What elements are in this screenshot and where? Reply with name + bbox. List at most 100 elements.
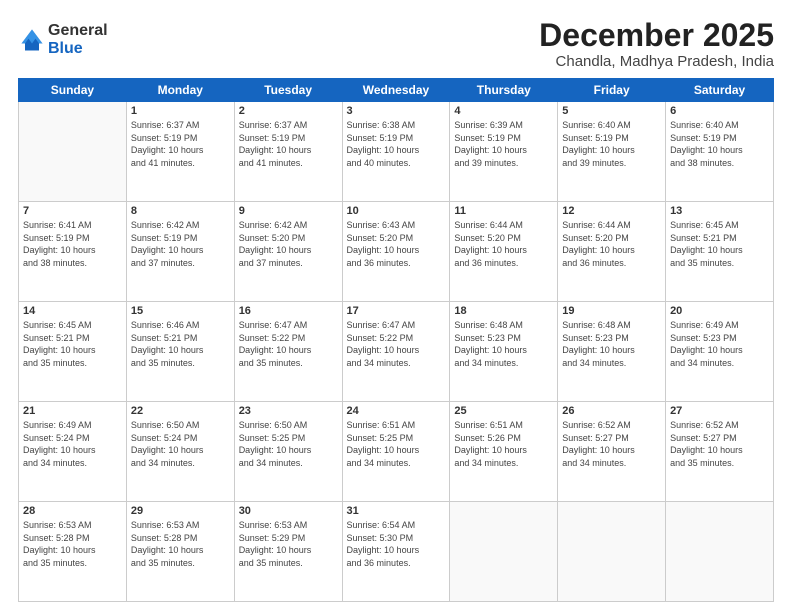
day-number: 28 (23, 505, 122, 517)
calendar-cell: 10 Sunrise: 6:43 AM Sunset: 5:20 PM Dayli… (342, 202, 450, 302)
day-number: 11 (454, 205, 553, 217)
day-number: 12 (562, 205, 661, 217)
day-number: 6 (670, 105, 769, 117)
calendar-cell: 21 Sunrise: 6:49 AM Sunset: 5:24 PM Dayli… (19, 402, 127, 502)
header-monday: Monday (126, 79, 234, 102)
header-sunday: Sunday (19, 79, 127, 102)
day-info: Sunrise: 6:40 AM Sunset: 5:19 PM Dayligh… (562, 119, 661, 169)
header-friday: Friday (558, 79, 666, 102)
calendar-cell (666, 502, 774, 602)
day-info: Sunrise: 6:43 AM Sunset: 5:20 PM Dayligh… (347, 219, 446, 269)
day-info: Sunrise: 6:40 AM Sunset: 5:19 PM Dayligh… (670, 119, 769, 169)
calendar-cell: 19 Sunrise: 6:48 AM Sunset: 5:23 PM Dayli… (558, 302, 666, 402)
calendar-week-2: 7 Sunrise: 6:41 AM Sunset: 5:19 PM Daylig… (19, 202, 774, 302)
day-info: Sunrise: 6:42 AM Sunset: 5:20 PM Dayligh… (239, 219, 338, 269)
day-info: Sunrise: 6:45 AM Sunset: 5:21 PM Dayligh… (670, 219, 769, 269)
calendar-cell: 8Sunrise: 6:42 AM Sunset: 5:19 PM Daylig… (126, 202, 234, 302)
calendar-cell: 13 Sunrise: 6:45 AM Sunset: 5:21 PM Dayli… (666, 202, 774, 302)
day-number: 21 (23, 405, 122, 417)
calendar-week-5: 28 Sunrise: 6:53 AM Sunset: 5:28 PM Dayli… (19, 502, 774, 602)
day-number: 26 (562, 405, 661, 417)
calendar-cell: 9 Sunrise: 6:42 AM Sunset: 5:20 PM Daylig… (234, 202, 342, 302)
calendar-cell: 20Sunrise: 6:49 AM Sunset: 5:23 PM Dayli… (666, 302, 774, 402)
day-info: Sunrise: 6:45 AM Sunset: 5:21 PM Dayligh… (23, 319, 122, 369)
day-number: 2 (239, 105, 338, 117)
day-info: Sunrise: 6:48 AM Sunset: 5:23 PM Dayligh… (562, 319, 661, 369)
day-info: Sunrise: 6:54 AM Sunset: 5:30 PM Dayligh… (347, 519, 446, 569)
day-info: Sunrise: 6:53 AM Sunset: 5:29 PM Dayligh… (239, 519, 338, 569)
day-info: Sunrise: 6:52 AM Sunset: 5:27 PM Dayligh… (562, 419, 661, 469)
calendar-table: Sunday Monday Tuesday Wednesday Thursday… (18, 78, 774, 602)
day-number: 9 (239, 205, 338, 217)
calendar-cell: 16Sunrise: 6:47 AM Sunset: 5:22 PM Dayli… (234, 302, 342, 402)
calendar-cell: 18Sunrise: 6:48 AM Sunset: 5:23 PM Dayli… (450, 302, 558, 402)
day-info: Sunrise: 6:53 AM Sunset: 5:28 PM Dayligh… (23, 519, 122, 569)
day-number: 19 (562, 305, 661, 317)
day-number: 3 (347, 105, 446, 117)
calendar-cell: 31 Sunrise: 6:54 AM Sunset: 5:30 PM Dayli… (342, 502, 450, 602)
day-number: 20 (670, 305, 769, 317)
day-info: Sunrise: 6:53 AM Sunset: 5:28 PM Dayligh… (131, 519, 230, 569)
header-thursday: Thursday (450, 79, 558, 102)
calendar-cell: 30 Sunrise: 6:53 AM Sunset: 5:29 PM Dayli… (234, 502, 342, 602)
day-info: Sunrise: 6:50 AM Sunset: 5:24 PM Dayligh… (131, 419, 230, 469)
calendar-cell: 15Sunrise: 6:46 AM Sunset: 5:21 PM Dayli… (126, 302, 234, 402)
calendar-cell: 24 Sunrise: 6:51 AM Sunset: 5:25 PM Dayli… (342, 402, 450, 502)
day-info: Sunrise: 6:42 AM Sunset: 5:19 PM Dayligh… (131, 219, 230, 269)
weekday-header-row: Sunday Monday Tuesday Wednesday Thursday… (19, 79, 774, 102)
logo-text: General Blue (48, 22, 108, 57)
day-number: 4 (454, 105, 553, 117)
calendar-cell: 27 Sunrise: 6:52 AM Sunset: 5:27 PM Dayli… (666, 402, 774, 502)
title-section: December 2025 Chandla, Madhya Pradesh, I… (539, 18, 774, 70)
calendar-cell: 12 Sunrise: 6:44 AM Sunset: 5:20 PM Dayli… (558, 202, 666, 302)
day-info: Sunrise: 6:51 AM Sunset: 5:26 PM Dayligh… (454, 419, 553, 469)
day-number: 18 (454, 305, 553, 317)
calendar-week-4: 21 Sunrise: 6:49 AM Sunset: 5:24 PM Dayli… (19, 402, 774, 502)
calendar-cell: 26 Sunrise: 6:52 AM Sunset: 5:27 PM Dayli… (558, 402, 666, 502)
day-number: 25 (454, 405, 553, 417)
day-info: Sunrise: 6:50 AM Sunset: 5:25 PM Dayligh… (239, 419, 338, 469)
calendar-cell: 14 Sunrise: 6:45 AM Sunset: 5:21 PM Dayli… (19, 302, 127, 402)
calendar-cell (19, 102, 127, 202)
logo-icon (18, 26, 46, 54)
calendar-cell: 11 Sunrise: 6:44 AM Sunset: 5:20 PM Dayli… (450, 202, 558, 302)
day-number: 27 (670, 405, 769, 417)
day-number: 13 (670, 205, 769, 217)
day-number: 22 (131, 405, 230, 417)
logo-blue-text: Blue (48, 40, 108, 58)
calendar-cell: 25 Sunrise: 6:51 AM Sunset: 5:26 PM Dayli… (450, 402, 558, 502)
day-number: 14 (23, 305, 122, 317)
day-info: Sunrise: 6:51 AM Sunset: 5:25 PM Dayligh… (347, 419, 446, 469)
day-info: Sunrise: 6:37 AM Sunset: 5:19 PM Dayligh… (131, 119, 230, 169)
header-saturday: Saturday (666, 79, 774, 102)
day-number: 7 (23, 205, 122, 217)
day-number: 31 (347, 505, 446, 517)
day-info: Sunrise: 6:52 AM Sunset: 5:27 PM Dayligh… (670, 419, 769, 469)
calendar-cell: 3Sunrise: 6:38 AM Sunset: 5:19 PM Daylig… (342, 102, 450, 202)
calendar-cell: 2 Sunrise: 6:37 AM Sunset: 5:19 PM Daylig… (234, 102, 342, 202)
header-wednesday: Wednesday (342, 79, 450, 102)
day-info: Sunrise: 6:47 AM Sunset: 5:22 PM Dayligh… (347, 319, 446, 369)
day-info: Sunrise: 6:37 AM Sunset: 5:19 PM Dayligh… (239, 119, 338, 169)
day-number: 10 (347, 205, 446, 217)
calendar-cell (450, 502, 558, 602)
day-number: 30 (239, 505, 338, 517)
day-info: Sunrise: 6:49 AM Sunset: 5:24 PM Dayligh… (23, 419, 122, 469)
day-info: Sunrise: 6:41 AM Sunset: 5:19 PM Dayligh… (23, 219, 122, 269)
day-number: 24 (347, 405, 446, 417)
day-info: Sunrise: 6:44 AM Sunset: 5:20 PM Dayligh… (454, 219, 553, 269)
calendar-cell: 1 Sunrise: 6:37 AM Sunset: 5:19 PM Daylig… (126, 102, 234, 202)
day-number: 23 (239, 405, 338, 417)
header: General Blue December 2025 Chandla, Madh… (18, 18, 774, 70)
calendar-cell: 28 Sunrise: 6:53 AM Sunset: 5:28 PM Dayli… (19, 502, 127, 602)
calendar-cell: 22 Sunrise: 6:50 AM Sunset: 5:24 PM Dayli… (126, 402, 234, 502)
logo: General Blue (18, 22, 108, 57)
day-info: Sunrise: 6:47 AM Sunset: 5:22 PM Dayligh… (239, 319, 338, 369)
calendar-cell: 7 Sunrise: 6:41 AM Sunset: 5:19 PM Daylig… (19, 202, 127, 302)
calendar-cell: 23 Sunrise: 6:50 AM Sunset: 5:25 PM Dayli… (234, 402, 342, 502)
day-info: Sunrise: 6:44 AM Sunset: 5:20 PM Dayligh… (562, 219, 661, 269)
day-number: 1 (131, 105, 230, 117)
logo-general-text: General (48, 22, 108, 40)
calendar-cell (558, 502, 666, 602)
day-number: 15 (131, 305, 230, 317)
